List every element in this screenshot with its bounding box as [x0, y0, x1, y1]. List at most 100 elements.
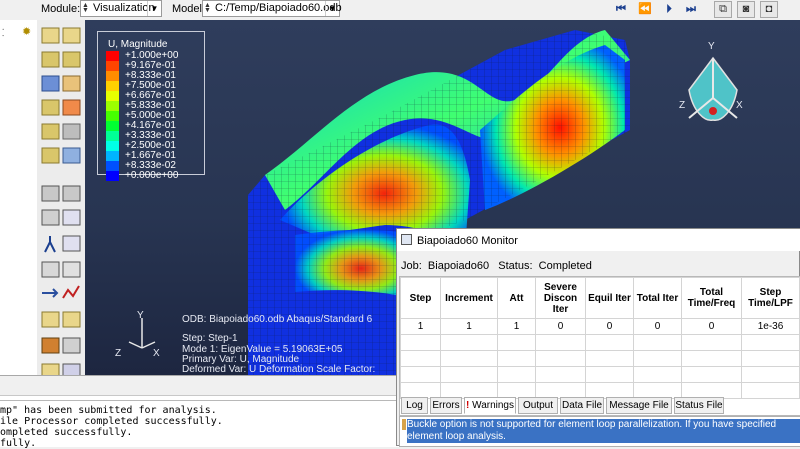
tab-warnings[interactable]: ! Warnings	[464, 397, 516, 414]
module-label: Module:	[41, 3, 81, 15]
table-cell-empty	[400, 366, 441, 383]
triad-y-label: Y	[708, 41, 715, 52]
column-header[interactable]: Increment	[440, 277, 498, 319]
model-label: Model:	[172, 3, 206, 15]
legend-swatch	[106, 111, 119, 121]
tab-data-file[interactable]: Data File	[560, 397, 604, 414]
table-cell-empty	[497, 366, 536, 383]
tab-log[interactable]: Log	[401, 397, 428, 414]
column-header[interactable]: Equil Iter	[585, 277, 634, 319]
module-value: Visualization	[93, 2, 155, 14]
table-cell: 0	[633, 318, 682, 335]
legend-swatch	[106, 131, 119, 141]
plot-undeformed-icon	[41, 27, 60, 44]
table-cell: 0	[681, 318, 742, 335]
animation-camera-icon[interactable]: ◘	[760, 1, 778, 18]
table-cell-empty	[681, 350, 742, 367]
column-header[interactable]: Total Iter	[633, 277, 682, 319]
table-row: 1 1 1 0 0 0 0 1e-36	[400, 318, 800, 335]
legend-swatch	[106, 141, 119, 151]
table-cell-empty	[400, 350, 441, 367]
column-header[interactable]: Total Time/Freq	[681, 277, 742, 319]
column-header[interactable]: Step	[400, 277, 441, 319]
table-cell: 0	[535, 318, 586, 335]
animate-icon	[41, 147, 60, 164]
job-monitor-dialog[interactable]: Biapoiado60 Monitor Job: Biapoiado60 Sta…	[396, 228, 800, 447]
lightbulb-icon[interactable]: ✹	[22, 25, 31, 38]
column-header[interactable]: Severe Discon Iter	[535, 277, 586, 319]
table-row-empty	[400, 366, 800, 383]
dialog-title-bar[interactable]: Biapoiado60 Monitor	[397, 229, 800, 251]
plot-deformed-icon	[62, 27, 81, 44]
animation-options-icon	[62, 147, 81, 164]
camera-icon[interactable]: ◙	[737, 1, 755, 18]
legend-swatch	[106, 171, 119, 181]
last-frame-icon[interactable]: ⏭	[682, 2, 700, 17]
first-frame-icon[interactable]: ⏮	[612, 2, 630, 17]
plot-symbols-icon	[62, 51, 81, 68]
model-value: C:/Temp/Biapoiado60.odb	[215, 2, 342, 14]
allow-multiple-plots-icon	[41, 99, 60, 116]
query-icon	[41, 261, 60, 278]
tab-output[interactable]: Output	[518, 397, 558, 414]
column-header[interactable]: Att	[497, 277, 536, 319]
table-cell-empty	[497, 350, 536, 367]
legend-swatch	[106, 161, 119, 171]
job-label: Job:	[401, 260, 422, 272]
table-cell-empty	[440, 334, 498, 351]
table-cell-empty	[497, 334, 536, 351]
frame-select-icon[interactable]: ⧉	[714, 1, 732, 18]
table-cell: 1	[400, 318, 441, 335]
report-xy-icon	[62, 209, 81, 226]
progress-table[interactable]: Step Increment Att Severe Discon Iter Equil …	[399, 276, 800, 416]
table-cell-empty	[440, 350, 498, 367]
tab-status-file[interactable]: Status File	[674, 397, 724, 414]
filter-icon[interactable]: ⸬	[0, 25, 4, 39]
legend-swatch	[106, 81, 119, 91]
table-body: 1 1 1 0 0 0 0 1e-36	[400, 318, 800, 399]
module-toolbar: Module: ▲ ▼ Visualization ▼ Model: ▲ ▼ C:/…	[0, 0, 800, 21]
dialog-title: Biapoiado60 Monitor	[417, 235, 518, 247]
warnings-text-box[interactable]: Buckle option is not supported for eleme…	[399, 416, 800, 447]
contour-legend[interactable]: U, Magnitude +1.000e+00 +9.167e-01 +8.333e…	[97, 31, 205, 181]
table-cell-empty	[681, 334, 742, 351]
legend-swatch	[106, 51, 119, 61]
report-field-icon	[41, 209, 60, 226]
color-code-icon	[41, 337, 60, 354]
previous-frame-icon[interactable]: ⏪	[636, 2, 654, 17]
triad-x-label: X	[736, 100, 743, 111]
tool-palette-icons[interactable]	[37, 20, 85, 400]
stress-linearization-icon	[62, 285, 80, 299]
table-cell: 1	[440, 318, 498, 335]
tab-warnings-label: Warnings	[469, 400, 514, 411]
warning-text[interactable]: Buckle option is not supported for eleme…	[407, 419, 800, 443]
create-path-icon	[62, 235, 81, 252]
deformed-var-info: Deformed Var: U Deformation Scale Factor…	[182, 364, 376, 375]
plot-contours-icon	[41, 51, 60, 68]
status-label: Status:	[498, 260, 533, 272]
message-line: ile Processor completed successfully.	[0, 416, 223, 427]
path-icon	[44, 236, 56, 253]
app-icon	[401, 234, 412, 245]
progress-table-grid: Step Increment Att Severe Discon Iter Equil …	[400, 277, 800, 399]
tool-palette	[37, 20, 85, 400]
model-tree-panel[interactable]: ⸬ ✹	[0, 20, 38, 375]
table-cell: 1	[497, 318, 536, 335]
chevron-down-icon[interactable]: ▼	[325, 1, 339, 16]
common-options-icon	[62, 123, 81, 140]
tab-errors[interactable]: Errors	[430, 397, 462, 414]
module-combo[interactable]: ▲ ▼ Visualization ▼	[80, 0, 162, 17]
chevron-down-icon[interactable]: ▼	[147, 1, 161, 16]
global-axes	[128, 318, 156, 349]
column-header[interactable]: Step Time/LPF	[741, 277, 800, 319]
table-cell-empty	[440, 366, 498, 383]
model-combo[interactable]: ▲ ▼ C:/Temp/Biapoiado60.odb ▼	[202, 0, 342, 17]
tab-message-file[interactable]: Message File	[606, 397, 672, 414]
material-orientation-icon	[62, 75, 81, 92]
play-icon[interactable]: ⏵	[660, 2, 678, 17]
table-cell-empty	[741, 350, 800, 367]
table-cell-empty	[535, 334, 586, 351]
view-triad[interactable]	[679, 40, 749, 140]
contour-icon	[41, 75, 60, 92]
plot-options-icon	[41, 123, 60, 140]
